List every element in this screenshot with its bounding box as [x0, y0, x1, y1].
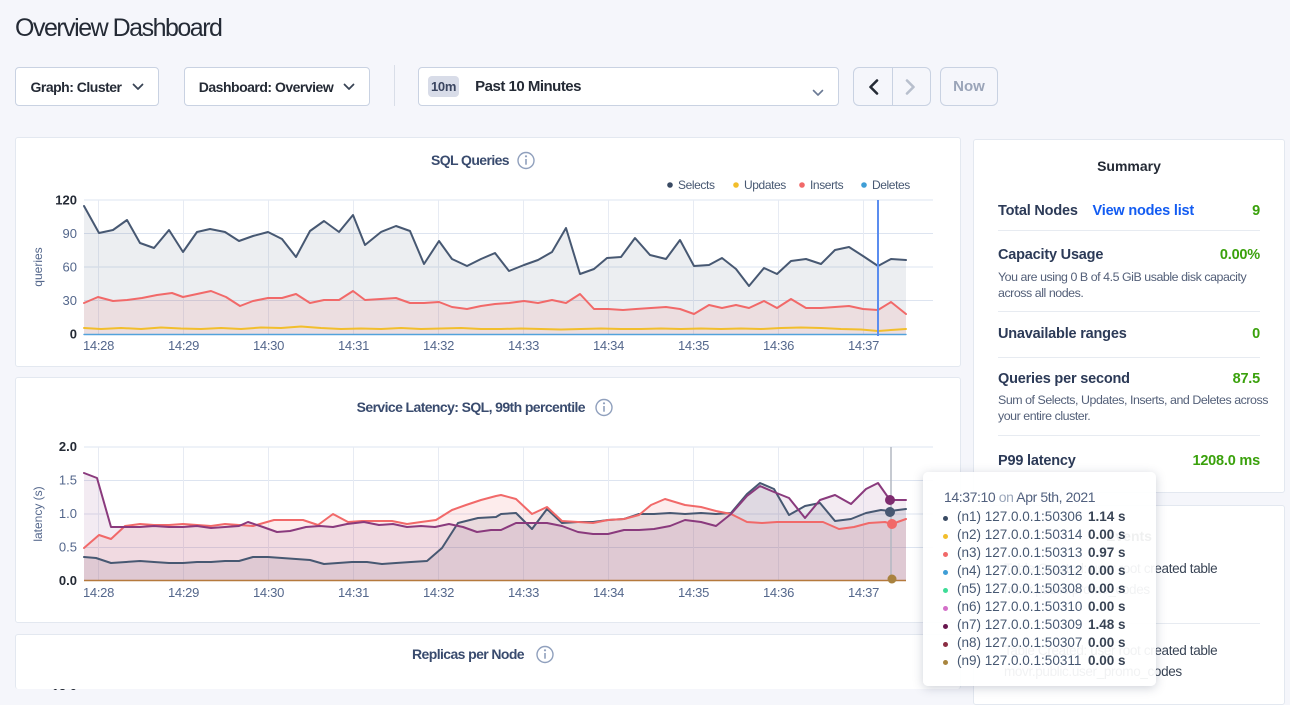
svg-text:14:31: 14:31	[338, 338, 369, 353]
svg-text:30: 30	[63, 293, 77, 308]
svg-text:14:30: 14:30	[253, 585, 284, 600]
svg-text:1.5: 1.5	[59, 473, 77, 488]
svg-text:14:29: 14:29	[168, 338, 199, 353]
svg-text:Inserts: Inserts	[810, 178, 844, 192]
svg-text:0.5: 0.5	[59, 540, 77, 555]
svg-text:14:37: 14:37	[848, 338, 879, 353]
svg-text:queries: queries	[31, 247, 45, 286]
svg-text:1.0: 1.0	[59, 506, 77, 521]
svg-text:Selects: Selects	[678, 178, 715, 192]
svg-text:14:29: 14:29	[168, 585, 199, 600]
svg-text:Replicas per Node: Replicas per Node	[412, 646, 525, 662]
svg-text:14:32: 14:32	[423, 585, 454, 600]
svg-text:12.0: 12.0	[52, 686, 77, 690]
svg-text:14:28: 14:28	[83, 338, 114, 353]
svg-text:60: 60	[63, 260, 77, 275]
svg-text:14:33: 14:33	[508, 585, 539, 600]
svg-text:0: 0	[70, 327, 77, 342]
svg-text:14:32: 14:32	[423, 338, 454, 353]
svg-text:14:35: 14:35	[678, 338, 709, 353]
svg-text:14:28: 14:28	[83, 585, 114, 600]
svg-text:Updates: Updates	[744, 178, 786, 192]
svg-text:0.0: 0.0	[59, 573, 77, 588]
svg-text:14:34: 14:34	[593, 585, 624, 600]
svg-text:14:37: 14:37	[848, 585, 879, 600]
svg-text:2.0: 2.0	[59, 439, 77, 454]
svg-text:120: 120	[55, 193, 77, 208]
svg-text:SQL Queries: SQL Queries	[431, 152, 510, 168]
svg-text:Deletes: Deletes	[872, 178, 910, 192]
svg-text:14:36: 14:36	[763, 338, 794, 353]
svg-text:14:30: 14:30	[253, 338, 284, 353]
svg-text:90: 90	[63, 226, 77, 241]
svg-text:14:33: 14:33	[508, 338, 539, 353]
svg-text:14:36: 14:36	[763, 585, 794, 600]
svg-text:latency (s): latency (s)	[31, 486, 45, 541]
svg-text:14:35: 14:35	[678, 585, 709, 600]
svg-text:14:34: 14:34	[593, 338, 624, 353]
svg-text:14:31: 14:31	[338, 585, 369, 600]
svg-text:Service Latency: SQL, 99th per: Service Latency: SQL, 99th percentile	[357, 399, 586, 415]
